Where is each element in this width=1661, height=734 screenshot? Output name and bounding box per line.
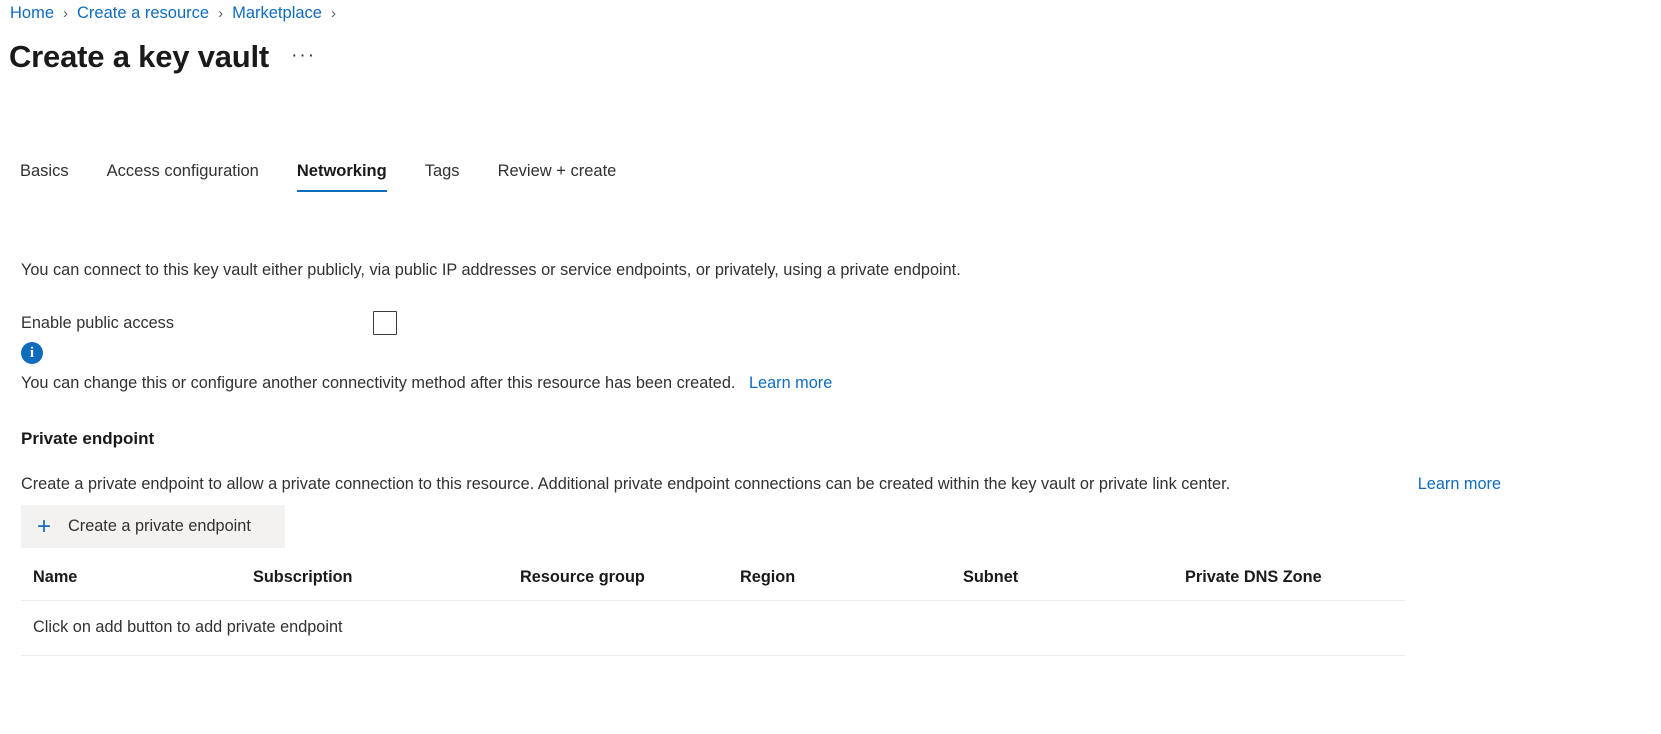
connectivity-info-message: You can change this or configure another… [21, 374, 736, 392]
table-header: Name Subscription Resource group Region … [21, 560, 1405, 601]
column-header-subnet[interactable]: Subnet [951, 560, 1173, 601]
table-row-empty: Click on add button to add private endpo… [21, 600, 1405, 656]
breadcrumb-item-marketplace[interactable]: Marketplace [232, 4, 322, 23]
column-header-subscription[interactable]: Subscription [241, 560, 508, 601]
private-endpoints-table: Name Subscription Resource group Region … [21, 560, 1405, 656]
info-icon: i [21, 342, 43, 364]
tab-tags[interactable]: Tags [425, 161, 460, 192]
tab-review-create[interactable]: Review + create [498, 161, 617, 192]
enable-public-access-checkbox[interactable] [373, 311, 397, 335]
enable-public-access-row: Enable public access [21, 311, 397, 335]
table-empty-message: Click on add button to add private endpo… [21, 600, 1405, 656]
private-endpoint-description-row: Create a private endpoint to allow a pri… [21, 472, 1501, 496]
connectivity-info-text: You can change this or configure another… [21, 371, 1121, 395]
breadcrumb-separator: › [218, 4, 224, 22]
private-endpoint-heading: Private endpoint [21, 429, 155, 448]
column-header-private-dns-zone[interactable]: Private DNS Zone [1173, 560, 1405, 601]
breadcrumb-separator: › [63, 4, 69, 22]
create-private-endpoint-button[interactable]: + Create a private endpoint [21, 505, 285, 548]
networking-intro-text: You can connect to this key vault either… [21, 261, 961, 280]
table-header-row: Name Subscription Resource group Region … [21, 560, 1405, 601]
enable-public-access-label: Enable public access [21, 314, 174, 332]
breadcrumb-item-create-a-resource[interactable]: Create a resource [77, 4, 209, 23]
tab-networking[interactable]: Networking [296, 161, 387, 192]
connectivity-info-banner: i You can change this or configure anoth… [21, 342, 1121, 395]
page-title: Create a key vault [9, 39, 270, 74]
create-private-endpoint-button-label: Create a private endpoint [68, 517, 251, 535]
tab-bar: Basics Access configuration Networking T… [20, 152, 616, 192]
create-key-vault-page: Home › Create a resource › Marketplace ›… [0, 0, 1661, 734]
column-header-region[interactable]: Region [728, 560, 951, 601]
breadcrumb-item-home[interactable]: Home [10, 4, 54, 23]
plus-icon: + [37, 512, 52, 540]
tab-access-configuration[interactable]: Access configuration [107, 161, 259, 192]
table-body: Click on add button to add private endpo… [21, 600, 1405, 656]
tab-basics[interactable]: Basics [20, 161, 69, 192]
breadcrumb: Home › Create a resource › Marketplace › [10, 0, 345, 26]
column-header-resource-group[interactable]: Resource group [508, 560, 728, 601]
more-actions-icon[interactable]: ··· [291, 35, 316, 77]
column-header-name[interactable]: Name [21, 560, 241, 601]
private-endpoint-learn-more-link[interactable]: Learn more [1418, 472, 1501, 496]
private-endpoint-description: Create a private endpoint to allow a pri… [21, 475, 1231, 493]
connectivity-learn-more-link[interactable]: Learn more [749, 374, 832, 392]
breadcrumb-separator: › [330, 4, 336, 22]
page-header: Create a key vault ··· [9, 36, 316, 83]
